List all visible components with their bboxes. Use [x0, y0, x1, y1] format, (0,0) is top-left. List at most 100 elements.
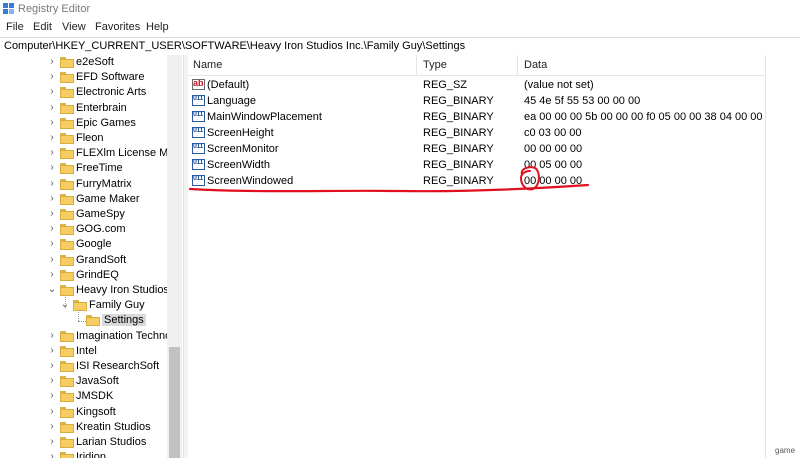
- chevron-right-icon[interactable]: ›: [47, 102, 57, 113]
- tree-item-flexlm-license-man[interactable]: › FLEXlm License Man: [0, 146, 183, 161]
- chevron-right-icon[interactable]: ›: [47, 193, 57, 204]
- chevron-right-icon[interactable]: ›: [47, 72, 57, 82]
- tree-item-larian-studios[interactable]: › Larian Studios: [0, 435, 183, 450]
- chevron-right-icon[interactable]: ›: [47, 163, 57, 173]
- value-list[interactable]: Name Type Data ab (Default) REG_SZ (value n…: [188, 55, 800, 458]
- tree-item-label: Larian Studios: [76, 436, 147, 448]
- chevron-down-icon[interactable]: ⌄: [47, 285, 57, 295]
- chevron-right-icon[interactable]: ›: [47, 57, 57, 67]
- value-row[interactable]: 011 ScreenWindowed REG_BINARY 00 00 00 00: [188, 173, 788, 189]
- chevron-right-icon[interactable]: ›: [47, 239, 57, 249]
- chevron-right-icon[interactable]: ›: [47, 254, 57, 265]
- value-row[interactable]: 011 ScreenMonitor REG_BINARY 00 00 00 00: [188, 141, 788, 157]
- tree-item-label: Kingsoft: [76, 405, 116, 418]
- folder-icon: [60, 437, 74, 448]
- chevron-right-icon[interactable]: ›: [47, 330, 57, 341]
- chevron-right-icon[interactable]: ›: [47, 376, 57, 386]
- key-tree[interactable]: › e2eSoft › EFD Software › Electronic Arts › En…: [0, 55, 183, 458]
- chevron-right-icon[interactable]: ›: [47, 345, 57, 356]
- chevron-right-icon[interactable]: ›: [47, 269, 57, 280]
- tree-item-kreatin-studios[interactable]: › Kreatin Studios: [0, 420, 183, 435]
- tree-item-freetime[interactable]: › FreeTime: [0, 161, 183, 176]
- value-data-cell: 00 00 00 00: [524, 143, 583, 155]
- chevron-right-icon[interactable]: ›: [47, 224, 57, 234]
- chevron-right-icon[interactable]: ›: [47, 148, 57, 158]
- tree-scrollbar[interactable]: [167, 55, 182, 458]
- tree-item-furrymatrix[interactable]: › FurryMatrix: [0, 177, 183, 192]
- icon-glyph: 011: [193, 95, 203, 102]
- value-row[interactable]: 011 MainWindowPlacement REG_BINARY ea 00 00…: [188, 109, 788, 125]
- tree-item-grindeq[interactable]: › GrindEQ: [0, 268, 183, 283]
- folder-icon: [60, 72, 74, 84]
- title-bar: Registry Editor: [0, 0, 800, 18]
- value-row[interactable]: 011 ScreenWidth REG_BINARY 00 05 00 00: [188, 157, 788, 173]
- column-header-data[interactable]: Data: [524, 59, 547, 71]
- tree-item-electronic-arts[interactable]: › Electronic Arts: [0, 85, 183, 100]
- chevron-right-icon[interactable]: ›: [47, 361, 57, 371]
- tree-item-google[interactable]: › Google: [0, 237, 183, 252]
- tree-item-enterbrain[interactable]: › Enterbrain: [0, 101, 183, 116]
- column-header-type[interactable]: Type: [423, 59, 447, 71]
- chevron-right-icon[interactable]: ›: [47, 452, 57, 458]
- chevron-right-icon[interactable]: ›: [47, 133, 57, 143]
- tree-item-isi-researchsoft[interactable]: › ISI ResearchSoft: [0, 359, 183, 374]
- tree-item-gamespy[interactable]: › GameSpy: [0, 207, 183, 222]
- column-header-name[interactable]: Name: [193, 59, 222, 71]
- tree-item-family-guy[interactable]: ⌄ Family Guy: [0, 298, 183, 313]
- folder-icon: [60, 133, 74, 144]
- tree-scrollbar-thumb[interactable]: [169, 347, 180, 458]
- tree-item-settings[interactable]: Settings: [0, 313, 183, 328]
- chevron-right-icon[interactable]: ›: [47, 117, 57, 128]
- tree-item-label: ISI ResearchSoft: [76, 360, 160, 372]
- column-separator[interactable]: [517, 55, 518, 75]
- tree-item-javasoft[interactable]: › JavaSoft: [0, 374, 183, 389]
- value-row[interactable]: ab (Default) REG_SZ (value not set): [188, 77, 788, 93]
- tree-item-imagination-technol[interactable]: › Imagination Technol: [0, 329, 183, 344]
- tree-item-label: JMSDK: [76, 390, 114, 403]
- menu-edit[interactable]: Edit: [33, 21, 52, 33]
- tree-item-label: Fleon: [76, 132, 104, 144]
- tree-item-epic-games[interactable]: › Epic Games: [0, 116, 183, 131]
- tree-item-jmsdk[interactable]: › JMSDK: [0, 389, 183, 404]
- tree-item-intel[interactable]: › Intel: [0, 344, 183, 359]
- column-separator[interactable]: [416, 55, 417, 75]
- chevron-right-icon[interactable]: ›: [47, 178, 57, 189]
- tree-item-heavy-iron-studios-i[interactable]: ⌄ Heavy Iron Studios I: [0, 283, 183, 298]
- tree-item-label: FreeTime: [76, 162, 123, 175]
- tree-item-label: Game Maker: [76, 192, 140, 205]
- value-type-cell: REG_BINARY: [423, 127, 494, 139]
- tree-item-gog-com[interactable]: › GOG.com: [0, 222, 183, 237]
- tree-item-e2esoft[interactable]: › e2eSoft: [0, 55, 183, 70]
- tree-item-game-maker[interactable]: › Game Maker: [0, 192, 183, 207]
- tree-item-efd-software[interactable]: › EFD Software: [0, 70, 183, 85]
- chevron-right-icon[interactable]: ›: [47, 421, 57, 432]
- address-path[interactable]: Computer\HKEY_CURRENT_USER\SOFTWARE\Heav…: [4, 40, 465, 52]
- chevron-right-icon[interactable]: ›: [47, 437, 57, 447]
- value-row[interactable]: 011 Language REG_BINARY 45 4e 5f 55 53 00 0…: [188, 93, 788, 109]
- tree-item-iridion[interactable]: › Iridion: [0, 450, 183, 458]
- menu-favorites[interactable]: Favorites: [95, 21, 140, 33]
- tree-item-fleon[interactable]: › Fleon: [0, 131, 183, 146]
- tree-item-label: GrandSoft: [76, 253, 127, 266]
- address-bar[interactable]: Computer\HKEY_CURRENT_USER\SOFTWARE\Heav…: [0, 37, 800, 56]
- value-name-cell: (Default): [207, 79, 250, 91]
- menu-help[interactable]: Help: [146, 21, 169, 33]
- value-name-cell: ScreenMonitor: [207, 143, 279, 155]
- value-row[interactable]: 011 ScreenHeight REG_BINARY c0 03 00 00: [188, 125, 788, 141]
- value-type-cell: REG_BINARY: [423, 111, 494, 123]
- chevron-right-icon[interactable]: ›: [47, 406, 57, 417]
- tree-item-label: GameSpy: [76, 208, 125, 220]
- chevron-right-icon[interactable]: ›: [47, 391, 57, 401]
- chevron-right-icon[interactable]: ›: [47, 209, 57, 219]
- tree-item-grandsoft[interactable]: › GrandSoft: [0, 253, 183, 268]
- value-type-cell: REG_BINARY: [423, 95, 494, 107]
- menu-view[interactable]: View: [62, 21, 86, 33]
- folder-icon: [60, 345, 74, 357]
- folder-icon: [60, 269, 74, 281]
- tree-item-kingsoft[interactable]: › Kingsoft: [0, 405, 183, 420]
- chevron-down-icon[interactable]: ⌄: [60, 300, 70, 310]
- tree-item-label: JavaSoft: [76, 375, 119, 388]
- menu-file[interactable]: File: [6, 21, 24, 33]
- chevron-right-icon[interactable]: ›: [47, 87, 57, 97]
- binary-value-icon: 011: [192, 127, 205, 138]
